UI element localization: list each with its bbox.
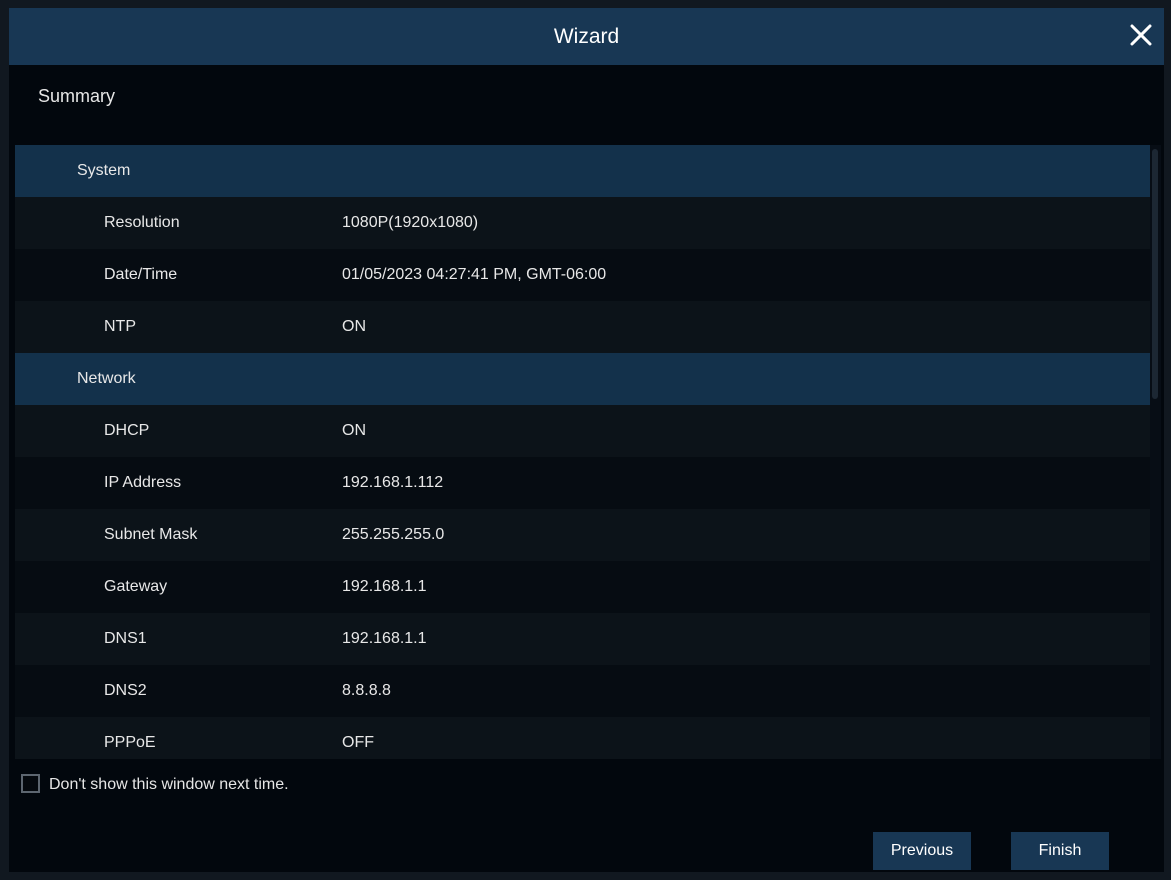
dont-show-checkbox[interactable] <box>21 774 40 793</box>
row-key: Gateway <box>104 578 168 595</box>
table-row: DNS2 8.8.8.8 <box>15 665 1150 717</box>
row-value: OFF <box>342 734 374 751</box>
row-key: Subnet Mask <box>104 526 198 543</box>
row-value: 192.168.1.1 <box>342 630 427 647</box>
wizard-window: Wizard Summary System Resolution 1080P(192… <box>9 8 1164 872</box>
dont-show-label: Don't show this window next time. <box>49 776 289 793</box>
row-key: NTP <box>104 318 136 335</box>
table-row: Gateway 192.168.1.1 <box>15 561 1150 613</box>
row-key: DNS2 <box>104 682 147 699</box>
section-header: System <box>15 145 1150 197</box>
table-row: PPPoE OFF <box>15 717 1150 759</box>
window-title: Wizard <box>553 25 620 48</box>
section-title: System <box>77 162 131 179</box>
row-value: 255.255.255.0 <box>342 526 445 543</box>
row-value: 01/05/2023 04:27:41 PM, GMT-06:00 <box>342 266 607 283</box>
section-title: Network <box>77 370 136 387</box>
row-value: ON <box>342 318 366 335</box>
row-key: DNS1 <box>104 630 147 647</box>
close-button[interactable] <box>1128 22 1154 48</box>
table-row: DNS1 192.168.1.1 <box>15 613 1150 665</box>
row-value: 8.8.8.8 <box>342 682 391 699</box>
table-row: NTP ON <box>15 301 1150 353</box>
row-value: 1080P(1920x1080) <box>342 214 479 231</box>
table-row: Subnet Mask 255.255.255.0 <box>15 509 1150 561</box>
row-value: 192.168.1.112 <box>342 474 444 491</box>
row-value: 192.168.1.1 <box>342 578 427 595</box>
table-row: Date/Time 01/05/2023 04:27:41 PM, GMT-06:… <box>15 249 1150 301</box>
finish-button[interactable]: Finish <box>1011 832 1109 870</box>
table-row: DHCP ON <box>15 405 1150 457</box>
row-key: IP Address <box>104 474 182 491</box>
table-row: IP Address 192.168.1.112 <box>15 457 1150 509</box>
row-key: DHCP <box>104 422 150 439</box>
row-key: Resolution <box>104 214 180 231</box>
table-row: Resolution 1080P(1920x1080) <box>15 197 1150 249</box>
scrollbar-thumb[interactable] <box>1152 149 1158 399</box>
row-value: ON <box>342 422 366 439</box>
previous-button[interactable]: Previous <box>873 832 971 870</box>
row-key: Date/Time <box>104 266 178 283</box>
summary-heading: Summary <box>38 86 116 106</box>
scrollbar[interactable] <box>1150 145 1161 759</box>
summary-table[interactable]: System Resolution 1080P(1920x1080) Date/Tim… <box>15 145 1161 759</box>
close-icon <box>1130 24 1152 46</box>
row-key: PPPoE <box>104 734 156 751</box>
section-header: Network <box>15 353 1150 405</box>
title-bar: Wizard <box>9 8 1164 65</box>
